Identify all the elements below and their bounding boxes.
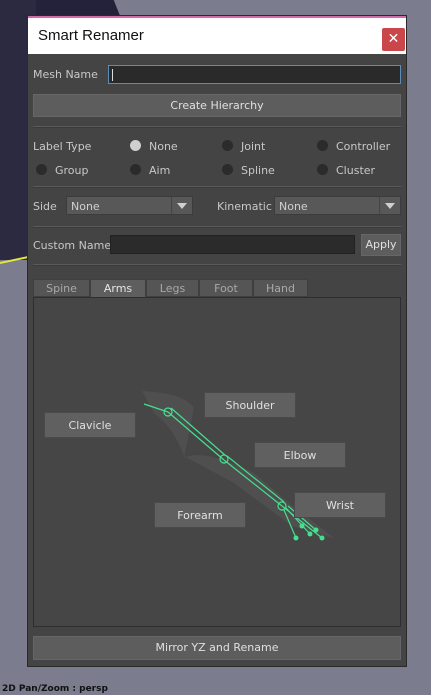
tab-legs[interactable]: Legs [146, 279, 199, 297]
kinematic-value: None [279, 200, 308, 213]
radio-cluster[interactable] [317, 164, 328, 175]
create-hierarchy-button[interactable]: Create Hierarchy [33, 94, 401, 117]
side-value: None [71, 200, 100, 213]
wrist-button[interactable]: Wrist [294, 492, 386, 518]
shoulder-button[interactable]: Shoulder [204, 392, 296, 418]
forearm-button[interactable]: Forearm [154, 502, 246, 528]
radio-aim[interactable] [130, 164, 141, 175]
radio-group-label: Group [55, 164, 89, 177]
finger-tip [319, 535, 325, 541]
radio-cluster-label: Cluster [336, 164, 376, 177]
label-type-label: Label Type [33, 140, 92, 153]
custom-name-input[interactable] [110, 235, 355, 254]
side-label: Side [33, 200, 57, 213]
radio-none-label: None [149, 140, 178, 153]
viewport-status: 2D Pan/Zoom : persp [2, 684, 108, 694]
finger-tip [293, 535, 299, 541]
finger-tip [313, 527, 319, 533]
window-title: Smart Renamer [38, 27, 144, 44]
kinematic-dropdown[interactable]: None [274, 196, 401, 215]
text-caret [112, 69, 113, 81]
arms-tab-panel: Clavicle Shoulder Elbow Forearm Wrist [33, 297, 401, 627]
radio-spline-label: Spline [241, 164, 275, 177]
radio-group[interactable] [36, 164, 47, 175]
clavicle-button[interactable]: Clavicle [44, 412, 136, 438]
radio-controller-label: Controller [336, 140, 391, 153]
title-bar[interactable]: Smart Renamer ✕ [28, 16, 406, 54]
radio-joint-label: Joint [241, 140, 266, 153]
tab-foot[interactable]: Foot [199, 279, 253, 297]
radio-aim-label: Aim [149, 164, 171, 177]
elbow-button[interactable]: Elbow [254, 442, 346, 468]
apply-button[interactable]: Apply [361, 234, 401, 256]
custom-name-label: Custom Name [33, 239, 112, 252]
chevron-down-icon [379, 197, 400, 214]
separator [33, 264, 401, 266]
separator [33, 126, 401, 128]
radio-none[interactable] [130, 140, 141, 151]
separator [33, 186, 401, 188]
tab-bar: Spine Arms Legs Foot Hand [33, 279, 401, 297]
tab-hand[interactable]: Hand [253, 279, 308, 297]
close-button[interactable]: ✕ [382, 28, 405, 51]
tab-spine[interactable]: Spine [33, 279, 90, 297]
finger-tip [307, 531, 313, 537]
radio-controller[interactable] [317, 140, 328, 151]
chevron-down-icon [171, 197, 192, 214]
mesh-name-label: Mesh Name [33, 68, 98, 81]
tab-arms[interactable]: Arms [90, 279, 146, 297]
smart-renamer-window: Smart Renamer ✕ Mesh Name Create Hierarc… [27, 15, 407, 667]
kinematic-label: Kinematic [217, 200, 272, 213]
mesh-name-input[interactable] [108, 65, 401, 84]
separator [33, 226, 401, 228]
finger-tip [299, 523, 305, 529]
mirror-rename-button[interactable]: Mirror YZ and Rename [33, 636, 401, 660]
radio-joint[interactable] [222, 140, 233, 151]
close-icon: ✕ [387, 31, 400, 47]
side-dropdown[interactable]: None [66, 196, 193, 215]
radio-spline[interactable] [222, 164, 233, 175]
